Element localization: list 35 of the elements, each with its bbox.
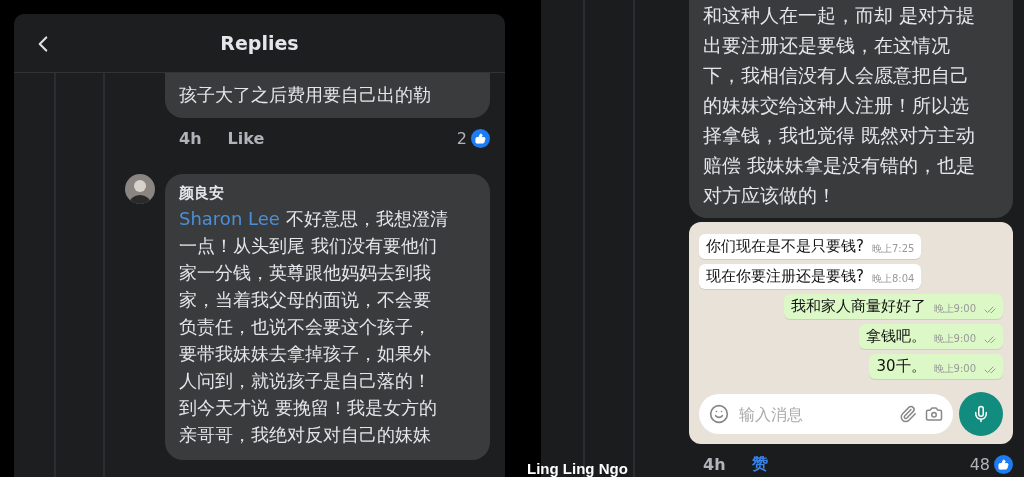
microphone-icon	[972, 405, 990, 423]
message-time: 晚上9:00	[933, 362, 976, 376]
message-time: 晚上9:00	[933, 302, 976, 316]
reaction-count: 2	[456, 128, 467, 148]
author-caption: Ling Ling Ngo	[527, 460, 628, 477]
double-check-icon	[984, 364, 996, 376]
avatar[interactable]	[125, 174, 155, 204]
like-link[interactable]: 赞	[751, 453, 768, 475]
microphone-button[interactable]	[959, 392, 1003, 436]
comment-time: 4h	[703, 454, 726, 474]
message-time: 晚上9:00	[933, 332, 976, 346]
thumbs-up-icon	[994, 454, 1013, 474]
message-text: 30千。	[876, 357, 926, 376]
header-title: Replies	[220, 32, 299, 54]
double-check-icon	[984, 304, 996, 316]
comment-text: 孩子大了之后费用要自己出的勒	[179, 83, 432, 107]
comment-text: 和这种人在一起，而却 是对方提 出要注册还是要钱，在这情况 下，我相信没有人会愿意把自己 的妹妹交给这种人注册！所以选 择拿钱，我也觉得 既然对方主动 赔偿 我妹妹拿是没有错的，也是 对方应该做的！	[703, 3, 977, 208]
camera-icon[interactable]	[925, 405, 943, 423]
message-text: 现在你要注册还是要钱?	[706, 267, 864, 286]
paperclip-icon[interactable]	[899, 405, 917, 423]
comment-text: Sharon Lee 不好意思，我想澄清 一点！从头到尾 我们没有要他们 家一分钱，英尊跟他妈妈去到我 家，当着我父母的面说，不会要 负责任，也说不会要这个孩子， 要带我妹妹去拿掉孩子，如果外 人问到，就说孩子是自己落的！ 到今天才说 要挽留！我是女方的 亲哥哥，我绝对反对自己的妹妹	[179, 207, 449, 447]
reaction-count: 48	[969, 454, 990, 474]
smiley-icon[interactable]	[709, 404, 729, 424]
message-text: 拿钱吧。	[865, 327, 926, 346]
message-input[interactable]: 输入消息	[737, 403, 891, 425]
message-time: 晚上7:25	[871, 242, 915, 256]
message-text: 你们现在是不是只要钱?	[706, 237, 864, 256]
comment-time: 4h	[179, 128, 202, 148]
message-time: 晚上8:04	[871, 272, 915, 286]
comment-author[interactable]: 颜良安	[179, 184, 476, 203]
message-text: 我和家人商量好好了	[790, 297, 926, 316]
double-check-icon	[984, 334, 996, 346]
message-field[interactable]: 输入消息	[699, 394, 953, 434]
like-link[interactable]: Like	[227, 128, 265, 148]
thumbs-up-icon	[471, 128, 490, 148]
